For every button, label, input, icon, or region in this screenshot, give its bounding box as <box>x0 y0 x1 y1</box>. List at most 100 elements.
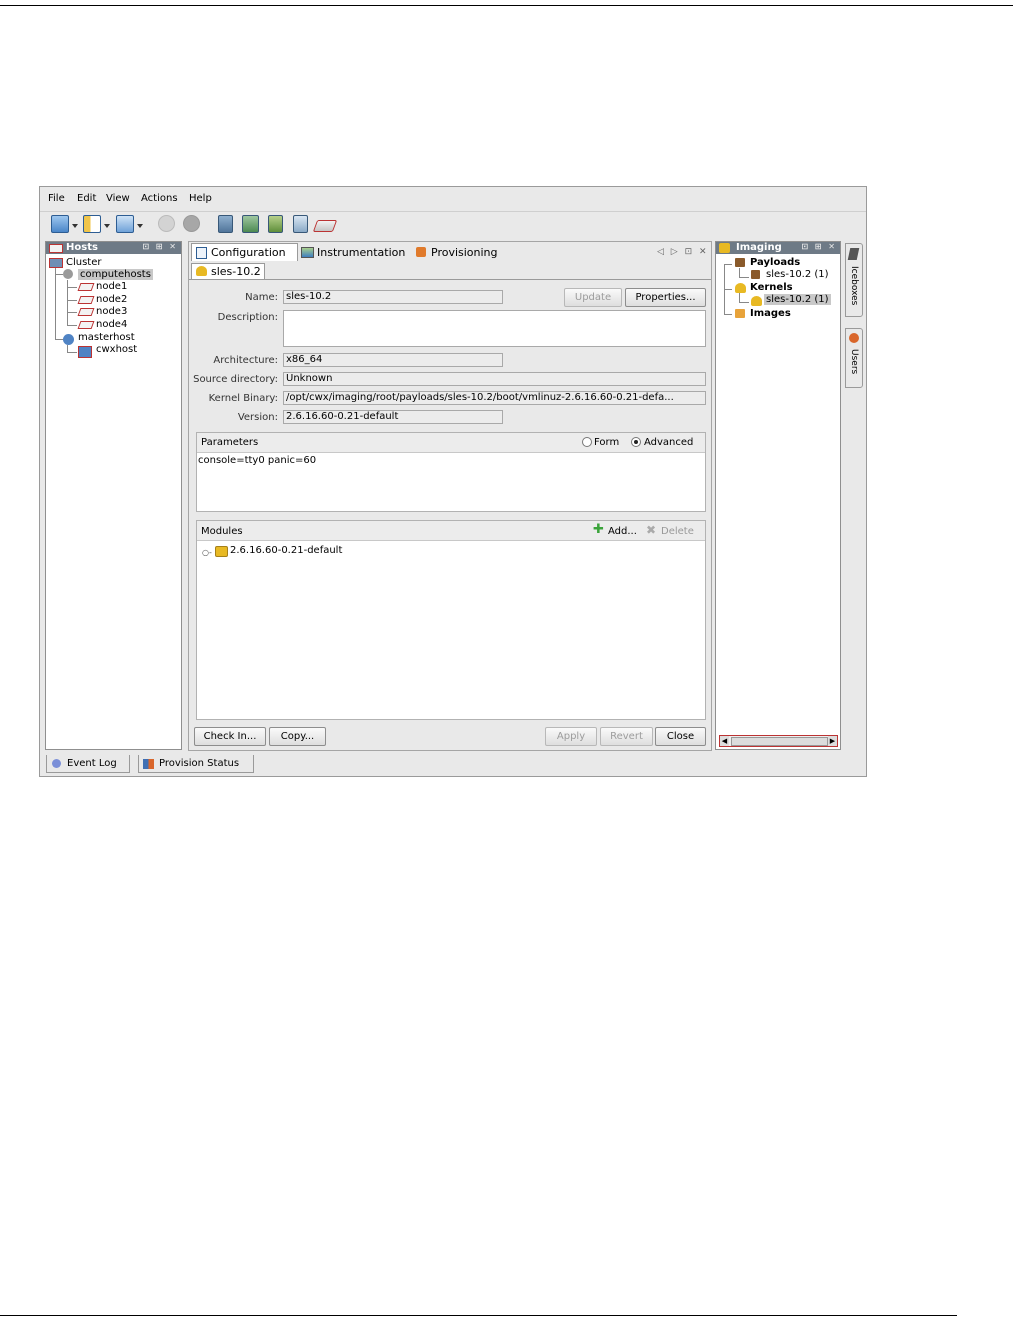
cluster-icon <box>49 244 63 253</box>
tree-item-masterhost[interactable]: masterhost <box>78 332 135 343</box>
tree-item-payloads[interactable]: Payloads <box>750 257 800 268</box>
power-on-icon[interactable] <box>158 215 175 232</box>
imaging-icon <box>719 243 730 253</box>
menu-view[interactable]: View <box>106 193 130 204</box>
tab-provision-status[interactable]: Provision Status <box>138 755 254 773</box>
provisioning-icon <box>416 247 426 257</box>
horizontal-scrollbar[interactable]: ◀ ▶ <box>719 735 838 747</box>
node-icon <box>77 308 95 316</box>
tab-provisioning[interactable]: Provisioning <box>431 246 498 259</box>
hosts-panel-title-bar: Hosts ⊡ ⊞ ✕ <box>46 242 181 254</box>
users-icon <box>849 333 859 343</box>
version-field: 2.6.16.60-0.21-default <box>283 410 503 424</box>
application-window: File Edit View Actions Help Hosts ⊡ ⊞ ✕ … <box>39 186 867 777</box>
tab-event-log[interactable]: Event Log <box>46 755 130 773</box>
payload-icon <box>735 258 745 267</box>
tab-navigation-controls[interactable]: ◁ ▷ ⊡ ✕ <box>657 247 709 257</box>
source-directory-label: Source directory: <box>193 374 278 385</box>
configuration-icon <box>196 247 207 259</box>
tab-configuration[interactable]: Configuration <box>191 243 298 261</box>
tab-instrumentation[interactable]: Instrumentation <box>317 246 405 259</box>
side-tab-iceboxes[interactable]: Iceboxes <box>845 243 863 317</box>
upload-icon[interactable] <box>268 215 283 233</box>
tree-item-node3[interactable]: node3 <box>96 306 127 317</box>
page-top-rule <box>0 5 1013 6</box>
tree-item-node1[interactable]: node1 <box>96 281 127 292</box>
toolbar <box>40 211 866 238</box>
description-field[interactable] <box>283 310 706 347</box>
version-label: Version: <box>237 412 278 423</box>
delete-module-button[interactable]: Delete <box>661 526 694 537</box>
expand-icon[interactable]: ○- <box>202 548 212 557</box>
delete-icon[interactable]: ✖ <box>646 524 656 536</box>
apply-button[interactable]: Apply <box>545 727 597 746</box>
search-icon[interactable] <box>293 215 308 233</box>
parameters-text[interactable]: console=tty0 panic=60 <box>198 455 316 466</box>
tab-event-log-label: Event Log <box>67 758 117 769</box>
close-button[interactable]: Close <box>655 727 706 746</box>
kernel-binary-field: /opt/cwx/imaging/root/payloads/sles-10.2… <box>283 391 706 405</box>
chevron-down-icon[interactable] <box>104 224 110 228</box>
advanced-radio[interactable] <box>631 437 641 447</box>
provision-status-icon <box>143 759 154 769</box>
module-item[interactable]: 2.6.16.60-0.21-default <box>230 545 342 556</box>
copy-button[interactable]: Copy... <box>269 727 326 746</box>
check-in-button[interactable]: Check In... <box>194 727 266 746</box>
scroll-thumb[interactable] <box>731 737 828 746</box>
instrumentation-icon <box>301 247 314 258</box>
imaging-panel-title-bar: Imaging ⊡ ⊞ ✕ <box>716 242 840 254</box>
payload-icon <box>751 270 760 279</box>
menu-edit[interactable]: Edit <box>77 193 96 204</box>
architecture-label: Architecture: <box>213 355 278 366</box>
panel-controls[interactable]: ⊡ ⊞ ✕ <box>801 242 837 251</box>
menu-actions[interactable]: Actions <box>141 193 178 204</box>
tree-item-kernels[interactable]: Kernels <box>750 282 793 293</box>
sync-icon[interactable] <box>242 215 259 233</box>
name-field[interactable]: sles-10.2 <box>283 290 503 304</box>
chevron-down-icon[interactable] <box>137 224 143 228</box>
add-icon[interactable]: ✚ <box>593 523 604 536</box>
tree-item-node4[interactable]: node4 <box>96 319 127 330</box>
kernel-icon <box>735 283 746 293</box>
chevron-down-icon[interactable] <box>72 224 78 228</box>
tree-item-cwxhost[interactable]: cwxhost <box>96 344 137 355</box>
properties-button[interactable]: Properties... <box>625 288 706 307</box>
parameters-header: Parameters Form Advanced <box>197 433 705 453</box>
power-off-icon[interactable] <box>183 215 200 232</box>
form-radio[interactable] <box>582 437 592 447</box>
update-button[interactable]: Update <box>564 288 622 307</box>
perspective-icon[interactable] <box>116 215 134 233</box>
add-node-icon[interactable] <box>312 220 338 232</box>
advanced-radio-label[interactable]: Advanced <box>644 437 693 448</box>
modules-group: Modules ✚ Add... ✖ Delete ○- 2.6.16.60-0… <box>196 520 706 720</box>
tree-item-computehosts[interactable]: computehosts <box>78 269 153 280</box>
folder-icon <box>215 546 228 557</box>
modules-header: Modules ✚ Add... ✖ Delete <box>197 521 705 541</box>
doc-tab[interactable]: sles-10.2 <box>191 263 265 279</box>
scroll-right-icon[interactable]: ▶ <box>828 736 837 746</box>
revert-button[interactable]: Revert <box>600 727 653 746</box>
parameters-group: Parameters Form Advanced console=tty0 pa… <box>196 432 706 512</box>
parameters-title: Parameters <box>201 437 259 448</box>
editor-area: Configuration Instrumentation Provisioni… <box>188 241 712 751</box>
form-radio-label[interactable]: Form <box>594 437 619 448</box>
layout-icon[interactable] <box>83 215 101 233</box>
menu-help[interactable]: Help <box>189 193 212 204</box>
modules-title: Modules <box>201 526 243 537</box>
tree-item-payload-sles[interactable]: sles-10.2 (1) <box>766 269 829 280</box>
new-window-icon[interactable] <box>51 215 69 233</box>
side-tab-users[interactable]: Users <box>845 328 863 388</box>
host-icon <box>78 346 92 358</box>
tree-item-node2[interactable]: node2 <box>96 294 127 305</box>
database-icon[interactable] <box>218 215 233 233</box>
tree-item-kernel-sles[interactable]: sles-10.2 (1) <box>764 294 831 305</box>
menu-file[interactable]: File <box>48 193 65 204</box>
description-label: Description: <box>217 312 278 323</box>
panel-controls[interactable]: ⊡ ⊞ ✕ <box>142 242 178 251</box>
side-tab-iceboxes-label: Iceboxes <box>849 266 859 306</box>
event-log-icon <box>52 759 61 768</box>
tree-item-cluster[interactable]: Cluster <box>66 257 102 268</box>
tree-item-images[interactable]: Images <box>750 308 791 319</box>
add-module-button[interactable]: Add... <box>608 526 637 537</box>
scroll-left-icon[interactable]: ◀ <box>720 736 729 746</box>
